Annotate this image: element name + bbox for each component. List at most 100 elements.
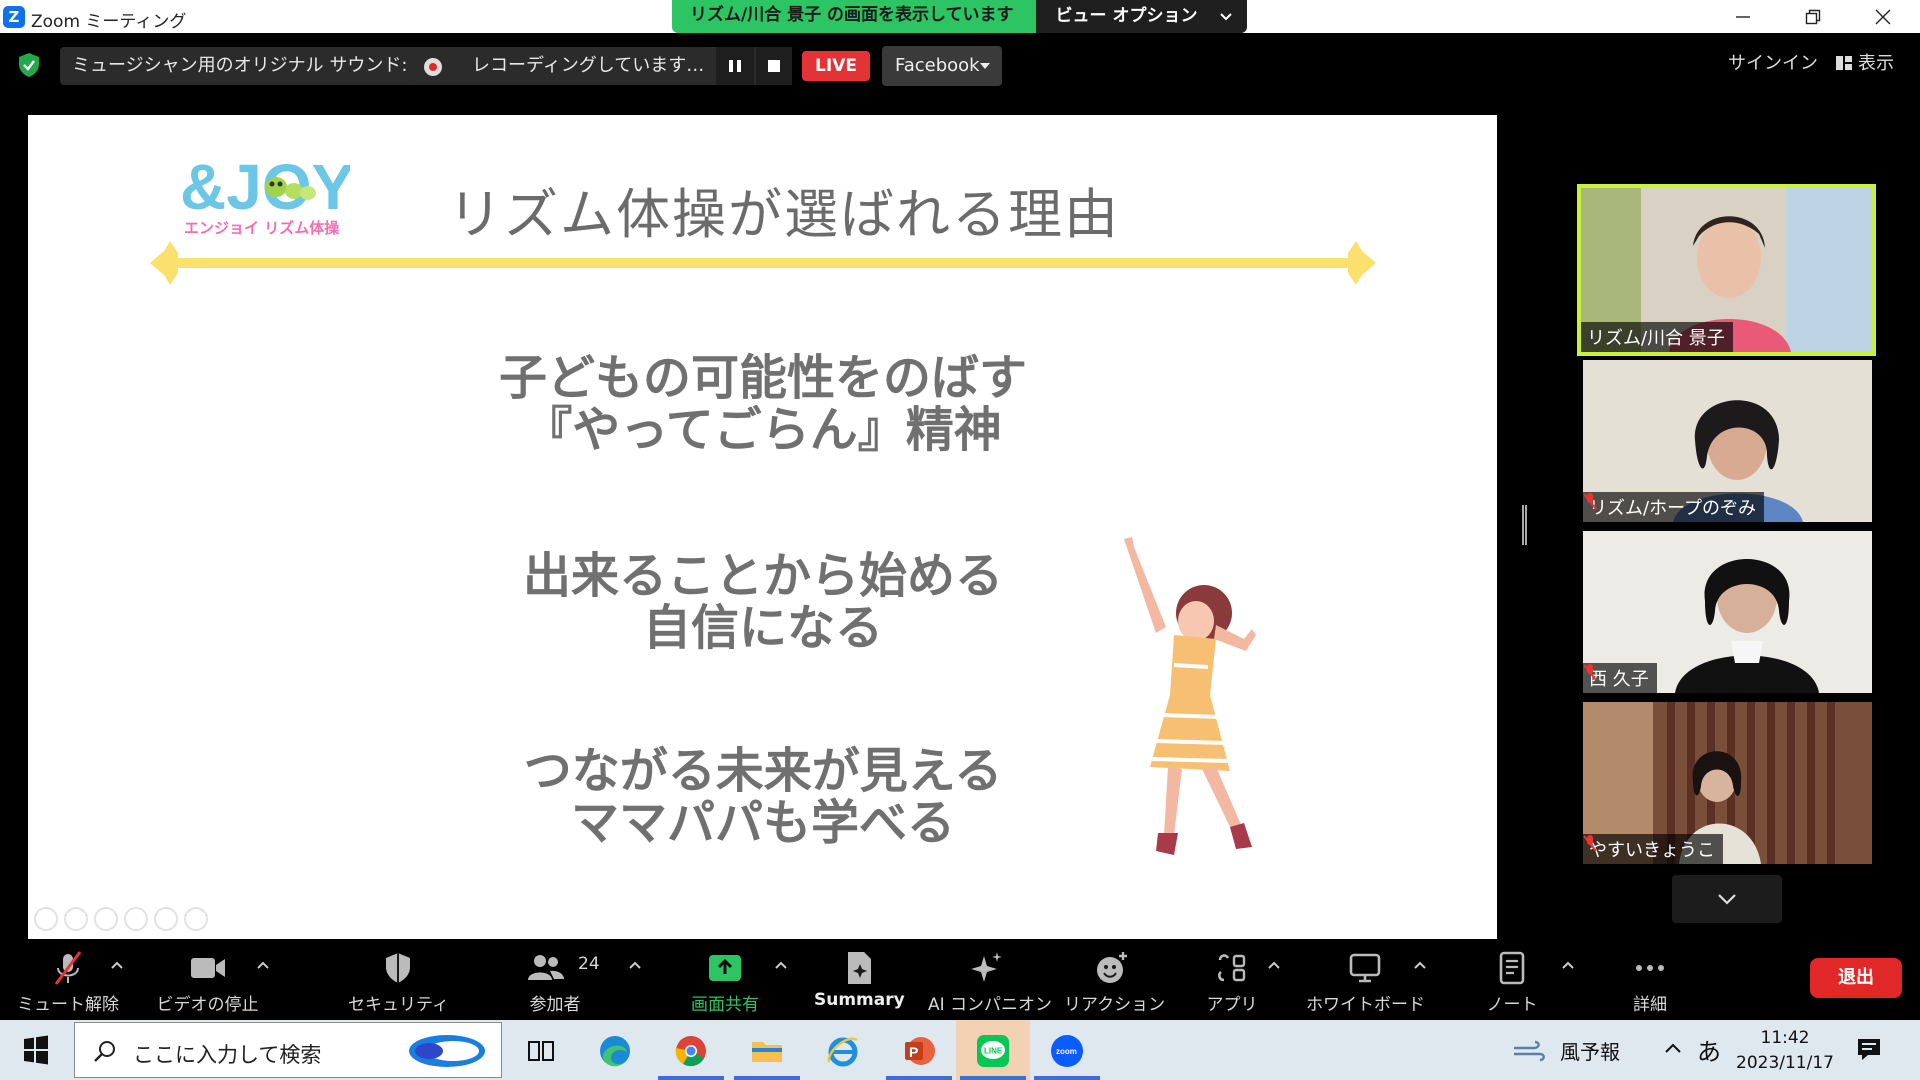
- annotation-more-icon[interactable]: [184, 907, 208, 931]
- reason-point-1: 子どもの可能性をのばす 『やってごらん』精神: [363, 352, 1163, 456]
- share-screen-button[interactable]: 画面共有: [680, 940, 770, 1020]
- taskbar-search-box[interactable]: ここに入力して検索: [74, 1022, 502, 1078]
- more-button[interactable]: 詳細: [1620, 940, 1680, 1020]
- participant-name: リズム/ホープのぞみ: [1589, 498, 1756, 519]
- annotation-pointer-icon[interactable]: [64, 907, 88, 931]
- annotation-pen-icon[interactable]: [94, 907, 118, 931]
- taskbar-chrome[interactable]: [654, 1020, 728, 1080]
- slide-title: リズム体操が選ばれる理由: [448, 183, 1120, 246]
- audio-options-caret-icon[interactable]: [110, 960, 124, 970]
- participant-name-tag: リズム/ホープのぞみ: [1583, 492, 1764, 522]
- reactions-button[interactable]: リアクション: [1064, 940, 1166, 1020]
- notification-center-icon[interactable]: [1856, 1036, 1882, 1062]
- reason-point-line: つながる未来が見える: [523, 743, 1003, 799]
- share-screen-label: 画面共有: [691, 995, 759, 1015]
- taskbar-clock[interactable]: 11:42 2023/11/17: [1730, 1026, 1840, 1076]
- ai-sparkle-icon: [971, 952, 1002, 982]
- apps-label: アプリ: [1206, 995, 1258, 1015]
- close-window-button[interactable]: [1848, 0, 1918, 33]
- taskbar-powerpoint[interactable]: P: [882, 1020, 956, 1080]
- panel-resize-handle[interactable]: [1522, 505, 1527, 545]
- participants-caret-icon[interactable]: [628, 960, 642, 970]
- close-icon: [1875, 9, 1891, 24]
- windows-taskbar: ここに入力して検索 P LINE zoom 風予報 あ 11:42 2023/1…: [0, 1020, 1920, 1080]
- taskbar-file-explorer[interactable]: [730, 1020, 804, 1080]
- clock-time: 11:42: [1760, 1028, 1810, 1048]
- security-button[interactable]: セキュリティ: [348, 940, 449, 1020]
- ai-companion-button[interactable]: AI コンパニオン: [928, 940, 1052, 1020]
- view-label: 表示: [1858, 53, 1894, 74]
- live-badge[interactable]: LIVE: [802, 51, 870, 81]
- taskbar-edge[interactable]: [578, 1020, 652, 1080]
- reason-point-line: ママパパも学べる: [570, 795, 955, 851]
- wind-icon: [1514, 1040, 1545, 1061]
- svg-text:LINE: LINE: [984, 1047, 1003, 1056]
- participant-tile[interactable]: 西 久子: [1583, 531, 1872, 693]
- ime-mode-indicator[interactable]: あ: [1697, 1032, 1721, 1067]
- mic-off-icon: [54, 951, 82, 985]
- tray-overflow-button[interactable]: [1664, 1036, 1682, 1060]
- notes-caret-icon[interactable]: [1561, 960, 1575, 970]
- participant-tile[interactable]: リズム/川合 景子: [1577, 184, 1876, 356]
- security-label: セキュリティ: [348, 995, 449, 1015]
- apps-button[interactable]: アプリ: [1196, 940, 1268, 1020]
- video-options-caret-icon[interactable]: [256, 960, 270, 970]
- annotation-back-icon[interactable]: [34, 907, 58, 931]
- view-options-button[interactable]: ビュー オプション: [1035, 0, 1248, 33]
- pause-recording-button[interactable]: [716, 47, 754, 85]
- annotation-copy-icon[interactable]: [124, 907, 148, 931]
- summary-button[interactable]: Summary: [814, 940, 905, 1020]
- stop-recording-button[interactable]: [756, 47, 792, 85]
- window-title: Zoom ミーティング: [31, 12, 187, 32]
- whiteboard-caret-icon[interactable]: [1413, 960, 1427, 970]
- unmute-label: ミュート解除: [17, 995, 119, 1015]
- video-camera-icon: [190, 958, 225, 978]
- unmute-button[interactable]: ミュート解除: [14, 940, 122, 1020]
- view-layout-button[interactable]: 表示: [1836, 49, 1894, 75]
- weather-text: 風予報: [1560, 1040, 1620, 1064]
- original-sound-toggle[interactable]: ミュージシャン用のオリジナル サウンド: オフ: [60, 47, 462, 85]
- notes-button[interactable]: ノート: [1480, 940, 1544, 1020]
- recording-dot-icon: [424, 58, 442, 76]
- mic-muted-icon: [1583, 493, 1597, 510]
- dancing-girl-illustration: [1124, 537, 1256, 855]
- live-stream-target-dropdown[interactable]: Facebook: [882, 46, 1002, 86]
- stop-icon: [768, 60, 780, 72]
- search-highlight-icon[interactable]: [403, 1029, 489, 1073]
- signin-button[interactable]: サインイン: [1728, 49, 1818, 75]
- chevron-down-icon: [1220, 12, 1233, 20]
- next-participants-button[interactable]: [1672, 875, 1782, 923]
- minimize-button[interactable]: [1708, 0, 1778, 33]
- leave-meeting-button[interactable]: 退出: [1810, 958, 1902, 998]
- encryption-shield-icon[interactable]: [18, 52, 40, 78]
- whiteboard-button[interactable]: ホワイトボード: [1306, 940, 1425, 1020]
- layout-icon: [1836, 56, 1852, 70]
- meeting-top-bar: ミュージシャン用のオリジナル サウンド: オフ レコーディングしています… LI…: [0, 33, 1920, 98]
- reactions-label: リアクション: [1064, 995, 1166, 1015]
- share-options-caret-icon[interactable]: [774, 960, 788, 970]
- restore-button[interactable]: [1778, 0, 1848, 33]
- reason-point-3: つながる未来が見える ママパパも学べる: [363, 745, 1163, 849]
- participant-tile[interactable]: リズム/ホープのぞみ: [1583, 360, 1872, 522]
- participant-name: 西 久子: [1589, 669, 1649, 690]
- task-view-button[interactable]: [504, 1020, 578, 1080]
- line-app-icon: LINE: [977, 1035, 1009, 1067]
- brand-subtitle: エンジョイ リズム体操: [184, 219, 340, 237]
- stop-video-button[interactable]: ビデオの停止: [150, 940, 265, 1020]
- weather-widget[interactable]: 風予報: [1512, 1036, 1620, 1065]
- taskbar-zoom[interactable]: zoom: [1030, 1020, 1104, 1080]
- restore-icon: [1805, 9, 1821, 24]
- annotation-toolbar: [34, 907, 208, 931]
- taskbar-line[interactable]: LINE: [956, 1020, 1030, 1080]
- powerpoint-icon: P: [905, 1037, 935, 1065]
- participant-tile[interactable]: やすいきょうこ: [1583, 702, 1872, 864]
- participants-button[interactable]: 24 参加者: [512, 940, 600, 1020]
- annotation-zoom-icon[interactable]: [154, 907, 178, 931]
- apps-caret-icon[interactable]: [1267, 960, 1281, 970]
- svg-text:P: P: [909, 1044, 918, 1060]
- taskbar-internet-explorer[interactable]: [806, 1020, 880, 1080]
- participant-name: やすいきょうこ: [1589, 840, 1715, 861]
- start-button[interactable]: [0, 1020, 70, 1080]
- whiteboard-icon: [1349, 953, 1381, 983]
- edge-icon: [600, 1036, 630, 1067]
